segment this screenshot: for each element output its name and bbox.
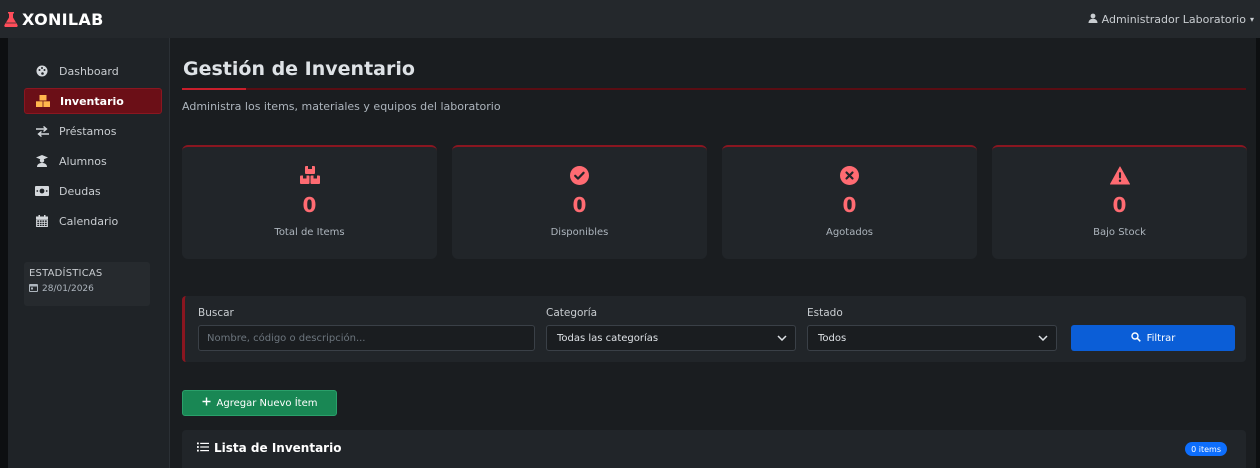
x-circle-icon: [840, 165, 860, 185]
window-edge-right: [1256, 0, 1260, 468]
filter-button[interactable]: Filtrar: [1071, 325, 1235, 351]
brand-logo[interactable]: XONILAB: [4, 10, 104, 29]
stat-value: 0: [572, 193, 587, 217]
stats-title: ESTADÍSTICAS: [29, 268, 103, 279]
sidebar-item-label: Alumnos: [59, 154, 107, 168]
sidebar-nav: Dashboard Inventario Préstamos Alumnos D…: [24, 58, 162, 238]
add-item-label: Agregar Nuevo Ítem: [216, 397, 318, 409]
boxes-icon: [36, 94, 50, 108]
inventory-list-title-text: Lista de Inventario: [214, 441, 342, 455]
status-select-value: Todos: [818, 332, 847, 344]
graduate-icon: [35, 154, 49, 168]
check-circle-icon: [570, 165, 590, 185]
stat-card-disponibles: 0 Disponibles: [452, 145, 707, 259]
sidebar-item-calendario[interactable]: Calendario: [24, 208, 162, 234]
boxes-icon: [299, 165, 320, 185]
brand-name: XONILAB: [22, 9, 104, 29]
stat-cards: 0 Total de Items 0 Disponibles 0 Agotado…: [182, 145, 1247, 259]
sidebar-item-label: Préstamos: [59, 124, 117, 138]
stat-value: 0: [302, 193, 317, 217]
search-icon: [1130, 331, 1141, 345]
category-select-value: Todas las categorías: [557, 332, 659, 344]
list-icon: [197, 441, 209, 455]
window-edge-left: [0, 0, 8, 468]
calendar-icon: [29, 283, 38, 295]
sidebar-item-deudas[interactable]: Deudas: [24, 178, 162, 204]
sidebar-item-alumnos[interactable]: Alumnos: [24, 148, 162, 174]
page-title: Gestión de Inventario: [183, 58, 415, 80]
items-count-badge: 0 items: [1185, 442, 1227, 456]
stats-date: 28/01/2026: [29, 283, 145, 295]
status-label: Estado: [807, 307, 843, 319]
flask-icon: [4, 11, 18, 27]
search-label: Buscar: [198, 307, 234, 319]
user-menu[interactable]: Administrador Laboratorio ▾: [1088, 13, 1254, 26]
calendar-icon: [35, 214, 49, 228]
stat-card-total: 0 Total de Items: [182, 145, 437, 259]
stat-label: Agotados: [825, 227, 874, 238]
sidebar: Dashboard Inventario Préstamos Alumnos D…: [8, 38, 170, 468]
sidebar-stats: ESTADÍSTICAS 28/01/2026: [24, 262, 150, 306]
sidebar-item-label: Deudas: [59, 184, 101, 198]
status-select[interactable]: Todos: [807, 325, 1057, 351]
palette-icon: [35, 64, 49, 78]
stat-value: 0: [1112, 193, 1127, 217]
user-name: Administrador Laboratorio: [1101, 12, 1246, 26]
stat-card-agotados: 0 Agotados: [722, 145, 977, 259]
exchange-icon: [35, 124, 49, 138]
sidebar-item-label: Inventario: [60, 94, 124, 108]
user-icon: [1088, 13, 1098, 26]
stat-label: Total de Items: [274, 227, 345, 238]
inventory-list-header: Lista de Inventario 0 items: [182, 430, 1246, 468]
sidebar-item-inventario[interactable]: Inventario: [24, 88, 162, 114]
page-subtitle: Administra los items, materiales y equip…: [182, 100, 501, 113]
title-divider: [182, 88, 1246, 90]
category-select[interactable]: Todas las categorías: [546, 325, 796, 351]
money-icon: [35, 184, 49, 198]
search-input[interactable]: [198, 325, 535, 351]
chevron-down-icon: [777, 335, 787, 341]
stat-label: Disponibles: [550, 227, 609, 238]
filter-panel: Buscar Categoría Todas las categorías Es…: [182, 296, 1246, 362]
add-item-button[interactable]: Agregar Nuevo Ítem: [182, 390, 337, 416]
stat-value: 0: [842, 193, 857, 217]
top-navbar: XONILAB Administrador Laboratorio ▾: [0, 0, 1260, 38]
filter-button-label: Filtrar: [1146, 332, 1176, 344]
main-content: Gestión de Inventario Administra los ite…: [170, 38, 1256, 468]
warning-icon: [1109, 165, 1130, 185]
sidebar-item-prestamos[interactable]: Préstamos: [24, 118, 162, 144]
stat-card-bajo-stock: 0 Bajo Stock: [992, 145, 1247, 259]
stats-date-text: 28/01/2026: [42, 284, 94, 294]
sidebar-item-label: Dashboard: [59, 64, 119, 78]
plus-icon: [202, 397, 211, 409]
title-divider-accent: [182, 88, 246, 90]
category-label: Categoría: [546, 307, 598, 319]
caret-down-icon: ▾: [1249, 14, 1254, 24]
inventory-list-title: Lista de Inventario: [197, 441, 341, 455]
stat-label: Bajo Stock: [1093, 227, 1146, 238]
sidebar-item-label: Calendario: [59, 214, 119, 228]
sidebar-item-dashboard[interactable]: Dashboard: [24, 58, 162, 84]
chevron-down-icon: [1038, 335, 1048, 341]
